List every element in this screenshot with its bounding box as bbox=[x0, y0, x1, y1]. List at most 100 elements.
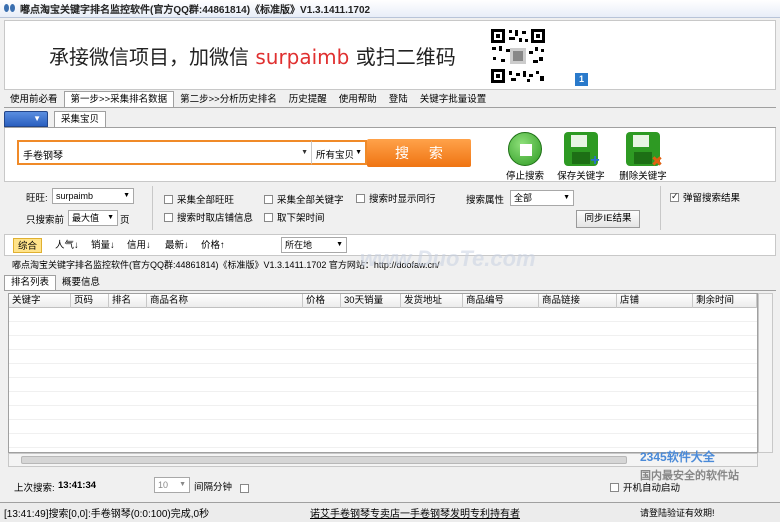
chevron-down-icon[interactable]: ▼ bbox=[107, 211, 114, 225]
page-limit-value: 最大值 bbox=[72, 213, 100, 223]
chevron-down-icon[interactable]: ▼ bbox=[563, 191, 570, 205]
fetch-shop-info-checkbox[interactable]: 搜索时取店铺信息 bbox=[164, 210, 253, 224]
sort-sales[interactable]: 销量↓ bbox=[87, 238, 119, 253]
fetch-shop-info-label: 搜索时取店铺信息 bbox=[177, 213, 254, 224]
table-row bbox=[9, 420, 757, 434]
interval-stepper[interactable]: 10 ▼ bbox=[154, 477, 190, 493]
wangwang-combo[interactable]: surpaimb ▼ bbox=[52, 188, 134, 204]
ad-text-highlight: surpaimb bbox=[255, 45, 350, 69]
keyword-combo[interactable]: 手卷钢琴 ▼ bbox=[17, 140, 313, 165]
tab-ranking-list[interactable]: 排名列表 bbox=[4, 275, 57, 290]
menu-tab-batch-keywords[interactable]: 关键字批量设置 bbox=[414, 92, 493, 107]
page-limit-combo[interactable]: 最大值 ▼ bbox=[68, 210, 118, 226]
table-row bbox=[9, 308, 757, 322]
stop-icon bbox=[508, 132, 542, 166]
divider bbox=[660, 186, 661, 230]
tab-summary[interactable]: 概要信息 bbox=[56, 276, 106, 290]
collect-all-keywords-checkbox[interactable]: 采集全部关键字 bbox=[264, 192, 344, 206]
chevron-down-icon[interactable]: ▼ bbox=[123, 189, 130, 203]
location-combo[interactable]: 所在地 ▼ bbox=[281, 237, 347, 253]
options-panel: 旺旺: surpaimb ▼ 只搜索前 最大值 ▼ 页 采集全部旺旺 采集全部关… bbox=[4, 184, 776, 234]
chevron-down-icon[interactable]: ▼ bbox=[179, 478, 186, 492]
table-row bbox=[9, 392, 757, 406]
column-header[interactable]: 关键字 bbox=[9, 294, 71, 308]
vertical-scrollbar[interactable] bbox=[758, 293, 773, 453]
interval-label: 间隔分钟 bbox=[194, 482, 233, 493]
menu-tab-history-alert[interactable]: 历史提醒 bbox=[283, 92, 333, 107]
site-logo-tagline: 国内最安全的软件站 bbox=[640, 470, 739, 482]
category-select[interactable]: 所有宝贝 ▼ bbox=[311, 140, 367, 165]
column-header[interactable]: 商品名称 bbox=[147, 294, 303, 308]
search-button[interactable]: 搜 索 bbox=[367, 139, 471, 167]
location-value: 所在地 bbox=[285, 240, 313, 250]
banner-badge: 1 bbox=[575, 73, 588, 86]
sort-price[interactable]: 价格↑ bbox=[197, 238, 229, 253]
status-bar: [13:41:49]搜索[0,0]:手卷钢琴(0:0:100)完成,0秒 诺艾手… bbox=[0, 502, 780, 522]
site-logo: 2345软件大全 国内最安全的软件站 bbox=[640, 448, 739, 483]
table-row bbox=[9, 406, 757, 420]
chevron-down-icon[interactable]: ▼ bbox=[336, 238, 343, 252]
show-peers-checkbox[interactable]: 搜索时显示同行 bbox=[356, 191, 436, 205]
column-header[interactable]: 排名 bbox=[109, 294, 147, 308]
column-header[interactable]: 30天销量 bbox=[341, 294, 401, 308]
column-header[interactable]: 价格 bbox=[303, 294, 341, 308]
ad-banner[interactable]: 承接微信项目，加微信 surpaimb 或扫二维码 1 bbox=[4, 20, 776, 90]
save-keyword-label: 保存关键字 bbox=[557, 171, 605, 182]
status-login-hint: 请登陆验证有效期! bbox=[640, 508, 715, 518]
menu-tab-guide[interactable]: 使用前必看 bbox=[4, 92, 64, 107]
category-value: 所有宝贝 bbox=[316, 150, 355, 161]
tab-dropdown-button[interactable]: ▼ bbox=[4, 111, 48, 127]
save-keyword-button[interactable]: + 保存关键字 bbox=[549, 132, 613, 182]
delete-keyword-button[interactable]: ✖ 删除关键字 bbox=[611, 132, 675, 182]
column-header[interactable]: 发货地址 bbox=[401, 294, 463, 308]
search-attr-value: 全部 bbox=[514, 193, 533, 203]
menu-tab-step1[interactable]: 第一步>>采集排名数据 bbox=[63, 91, 175, 107]
title-bar: 嘟点淘宝关键字排名监控软件(官方QQ群:44861814)《标准版》V1.3.1… bbox=[0, 0, 780, 18]
menu-tab-step2[interactable]: 第二步>>分析历史排名 bbox=[174, 92, 283, 107]
tab-collect-items[interactable]: 采集宝贝 bbox=[54, 111, 107, 127]
column-header[interactable]: 商品编号 bbox=[463, 294, 539, 308]
status-shop-link[interactable]: 诺艾手卷钢琴专卖店一手卷钢琴发明专利持有者 bbox=[310, 505, 520, 520]
last-search-time: 13:41:34 bbox=[58, 480, 97, 491]
status-log: [13:41:49]搜索[0,0]:手卷钢琴(0:0:100)完成,0秒 bbox=[4, 509, 210, 520]
sort-comprehensive[interactable]: 综合 bbox=[13, 238, 43, 253]
column-header[interactable]: 店铺 bbox=[617, 294, 693, 308]
results-table[interactable]: 关键字 页码 排名 商品名称 价格 30天销量 发货地址 商品编号 商品链接 店… bbox=[8, 293, 758, 453]
chevron-down-icon[interactable]: ▼ bbox=[301, 149, 308, 156]
app-logo-icon bbox=[4, 3, 16, 14]
sort-newest[interactable]: 最新↓ bbox=[161, 238, 193, 253]
chevron-down-icon[interactable]: ▼ bbox=[355, 149, 362, 156]
only-search-label: 只搜索前 bbox=[26, 215, 65, 226]
sort-popularity[interactable]: 人气↓ bbox=[51, 238, 83, 253]
menu-tab-login[interactable]: 登陆 bbox=[383, 92, 414, 107]
stop-search-button[interactable]: 停止搜索 bbox=[493, 132, 557, 182]
take-down-time-label: 取下架时间 bbox=[277, 213, 325, 224]
window-title: 嘟点淘宝关键字排名监控软件(官方QQ群:44861814)《标准版》V1.3.1… bbox=[20, 5, 371, 16]
ad-text-prefix: 承接微信项目，加微信 bbox=[49, 45, 249, 69]
sync-ie-button[interactable]: 同步IE结果 bbox=[576, 210, 640, 228]
result-tabs: 排名列表 概要信息 bbox=[4, 275, 776, 291]
collect-all-wangwang-checkbox[interactable]: 采集全部旺旺 bbox=[164, 192, 234, 206]
plus-icon: + bbox=[590, 152, 600, 169]
column-header[interactable]: 剩余时间 bbox=[693, 294, 757, 308]
popup-results-checkbox[interactable]: 弹留搜索结果 bbox=[670, 190, 740, 204]
scrollbar-thumb[interactable] bbox=[21, 456, 627, 464]
show-peers-label: 搜索时显示同行 bbox=[369, 194, 436, 205]
table-header: 关键字 页码 排名 商品名称 价格 30天销量 发货地址 商品编号 商品链接 店… bbox=[9, 294, 757, 308]
delete-keyword-label: 删除关键字 bbox=[619, 171, 667, 182]
watermark: www.DuoTe.com bbox=[360, 246, 536, 271]
column-header[interactable]: 页码 bbox=[71, 294, 109, 308]
table-row bbox=[9, 434, 757, 448]
close-icon: ✖ bbox=[651, 153, 663, 169]
search-attr-combo[interactable]: 全部 ▼ bbox=[510, 190, 574, 206]
ad-text: 承接微信项目，加微信 surpaimb 或扫二维码 bbox=[49, 41, 456, 70]
site-logo-brand: 2345软件大全 bbox=[640, 450, 715, 464]
ad-text-suffix: 或扫二维码 bbox=[355, 45, 456, 69]
menu-tab-help[interactable]: 使用帮助 bbox=[333, 92, 383, 107]
interval-enable-checkbox[interactable] bbox=[240, 484, 253, 493]
take-down-time-checkbox[interactable]: 取下架时间 bbox=[264, 210, 325, 224]
column-header[interactable]: 商品链接 bbox=[539, 294, 617, 308]
sort-credit[interactable]: 信用↓ bbox=[123, 238, 155, 253]
table-row bbox=[9, 364, 757, 378]
collect-all-keywords-label: 采集全部关键字 bbox=[277, 195, 344, 206]
